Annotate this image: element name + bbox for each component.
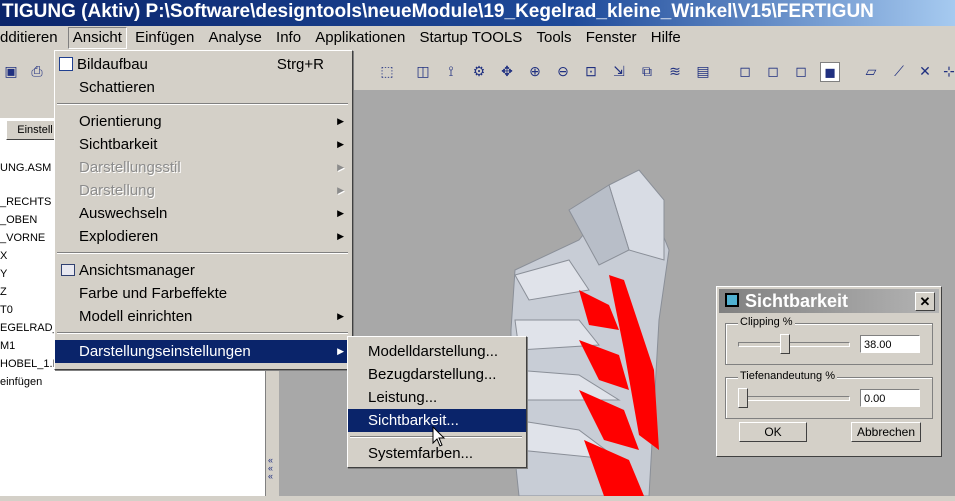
tree-item[interactable]: _VORNE bbox=[0, 232, 45, 245]
tree-item[interactable]: Z bbox=[0, 286, 7, 299]
menu-info[interactable]: Info bbox=[272, 26, 307, 50]
menu-item-orientierung[interactable]: Orientierung ▶ bbox=[55, 110, 352, 133]
menu-bar: dditieren Ansicht Einfügen Analyse Info … bbox=[0, 26, 955, 50]
menu-item-modell-einrichten[interactable]: Modell einrichten ▶ bbox=[55, 305, 352, 328]
wireframe-icon[interactable]: ◻ bbox=[736, 62, 754, 80]
tree-item[interactable]: X bbox=[0, 250, 7, 263]
orient-icon[interactable]: ⚙ bbox=[470, 62, 488, 80]
menu-hilfe[interactable]: Hilfe bbox=[647, 26, 687, 50]
clipping-group: Clipping % 38.00 bbox=[725, 316, 933, 365]
menu-separator bbox=[57, 103, 348, 105]
depth-cue-group: Tiefenandeutung % 0.00 bbox=[725, 370, 933, 419]
submenu-arrow-icon: ▶ bbox=[337, 162, 344, 172]
tree-item[interactable]: M1 bbox=[0, 340, 15, 353]
menu-item-leistung[interactable]: Leistung... bbox=[348, 386, 526, 409]
darstellungseinstellungen-submenu: Modelldarstellung... Bezugdarstellung...… bbox=[347, 336, 527, 468]
collapse-arrows-icon[interactable]: ««« bbox=[268, 456, 273, 481]
menu-item-modelldarstellung[interactable]: Modelldarstellung... bbox=[348, 340, 526, 363]
submenu-arrow-icon: ▶ bbox=[337, 116, 344, 126]
layers-icon[interactable]: ≋ bbox=[666, 62, 684, 80]
depth-cue-label: Tiefenandeutung % bbox=[738, 370, 837, 382]
menu-item-schattieren[interactable]: Schattieren bbox=[55, 76, 352, 99]
menu-analyse[interactable]: Analyse bbox=[204, 26, 267, 50]
window-title: TIGUNG (Aktiv) P:\Software\designtools\n… bbox=[2, 1, 874, 22]
zoom-out-icon[interactable]: ⊖ bbox=[554, 62, 572, 80]
repaint-icon[interactable]: ◫ bbox=[414, 62, 432, 80]
ansicht-menu: Bildaufbau Strg+R Schattieren Orientieru… bbox=[54, 50, 353, 370]
menu-item-sichtbarkeit[interactable]: Sichtbarkeit ▶ bbox=[55, 133, 352, 156]
depth-cue-value-field[interactable]: 0.00 bbox=[860, 389, 920, 407]
menu-ansicht[interactable]: Ansicht bbox=[67, 27, 127, 49]
mouse-cursor-icon bbox=[432, 426, 446, 447]
cancel-button[interactable]: Abbrechen bbox=[851, 422, 921, 442]
tree-item[interactable]: einfügen bbox=[0, 376, 42, 389]
tree-item[interactable]: _RECHTS bbox=[0, 196, 51, 209]
box-select-icon[interactable]: ⬚ bbox=[378, 62, 396, 80]
submenu-arrow-icon: ▶ bbox=[337, 139, 344, 149]
spin-center-icon[interactable]: ⟟ bbox=[442, 62, 460, 80]
depth-cue-slider-track[interactable] bbox=[738, 396, 850, 401]
menu-separator bbox=[57, 252, 348, 254]
tree-item[interactable]: T0 bbox=[0, 304, 13, 317]
menu-einfuegen[interactable]: Einfügen bbox=[131, 26, 200, 50]
zoom-in-icon[interactable]: ⊕ bbox=[526, 62, 544, 80]
menu-item-ansichtsmanager[interactable]: Ansichtsmanager bbox=[55, 259, 352, 282]
saved-views-icon[interactable]: ⧉ bbox=[638, 62, 656, 80]
tree-item[interactable]: UNG.ASM bbox=[0, 162, 51, 175]
no-hidden-icon[interactable]: ◻ bbox=[792, 62, 810, 80]
tree-item[interactable]: Y bbox=[0, 268, 7, 281]
submenu-arrow-icon: ▶ bbox=[337, 185, 344, 195]
ok-button[interactable]: OK bbox=[739, 422, 807, 442]
pan-icon[interactable]: ✥ bbox=[498, 62, 516, 80]
hidden-line-icon[interactable]: ◻ bbox=[764, 62, 782, 80]
submenu-arrow-icon: ▶ bbox=[337, 208, 344, 218]
datum-points-icon[interactable]: ✕ bbox=[916, 62, 934, 80]
menu-item-auswechseln[interactable]: Auswechseln ▶ bbox=[55, 202, 352, 225]
menu-item-farbe[interactable]: Farbe und Farbeffekte bbox=[55, 282, 352, 305]
dialog-app-icon bbox=[725, 293, 739, 307]
menu-startup-tools[interactable]: Startup TOOLS bbox=[415, 26, 528, 50]
menu-item-darstellungsstil: Darstellungsstil ▶ bbox=[55, 156, 352, 179]
menu-item-darstellungseinstellungen[interactable]: Darstellungseinstellungen ▶ bbox=[55, 340, 352, 363]
menu-tools[interactable]: Tools bbox=[533, 26, 578, 50]
menu-item-explodieren[interactable]: Explodieren ▶ bbox=[55, 225, 352, 248]
save-icon[interactable]: ▣ bbox=[2, 62, 20, 80]
datum-planes-icon[interactable]: ▱ bbox=[862, 62, 880, 80]
shading-icon[interactable]: ◼ bbox=[820, 62, 840, 82]
clipping-slider-thumb[interactable] bbox=[779, 334, 790, 354]
dialog-title-bar[interactable]: Sichtbarkeit ✕ bbox=[719, 289, 939, 313]
datum-axes-icon[interactable]: ⟋ bbox=[890, 62, 908, 80]
menu-item-bezugdarstellung[interactable]: Bezugdarstellung... bbox=[348, 363, 526, 386]
depth-cue-slider-thumb[interactable] bbox=[738, 388, 748, 408]
refit-icon[interactable]: ⊡ bbox=[582, 62, 600, 80]
submenu-arrow-icon: ▶ bbox=[337, 346, 344, 356]
refresh-icon bbox=[59, 57, 73, 71]
clipping-value-field[interactable]: 38.00 bbox=[860, 335, 920, 353]
menu-fenster[interactable]: Fenster bbox=[582, 26, 643, 50]
tree-item[interactable]: EGELRAD_ bbox=[0, 322, 59, 335]
window-title-bar: TIGUNG (Aktiv) P:\Software\designtools\n… bbox=[0, 0, 955, 26]
menu-applikationen[interactable]: Applikationen bbox=[311, 26, 411, 50]
menu-bearbeiten[interactable]: dditieren bbox=[0, 26, 64, 50]
view-manager-icon[interactable]: ▤ bbox=[694, 62, 712, 80]
submenu-arrow-icon: ▶ bbox=[337, 311, 344, 321]
clipping-label: Clipping % bbox=[738, 316, 795, 328]
dialog-title: Sichtbarkeit bbox=[745, 291, 849, 311]
clipping-slider-track[interactable] bbox=[738, 342, 850, 347]
close-icon[interactable]: ✕ bbox=[915, 292, 935, 311]
tree-item[interactable]: _OBEN bbox=[0, 214, 37, 227]
sichtbarkeit-dialog: Sichtbarkeit ✕ Clipping % 38.00 Tiefenan… bbox=[716, 286, 942, 457]
coord-sys-icon[interactable]: ⊹ bbox=[940, 62, 955, 80]
print-icon[interactable]: ⎙ bbox=[28, 62, 46, 80]
view-manager-icon bbox=[61, 264, 75, 276]
menu-item-darstellung: Darstellung ▶ bbox=[55, 179, 352, 202]
submenu-arrow-icon: ▶ bbox=[337, 231, 344, 241]
reorient-icon[interactable]: ⇲ bbox=[610, 62, 628, 80]
menu-separator bbox=[57, 332, 348, 334]
menu-item-bildaufbau[interactable]: Bildaufbau Strg+R bbox=[55, 53, 352, 76]
